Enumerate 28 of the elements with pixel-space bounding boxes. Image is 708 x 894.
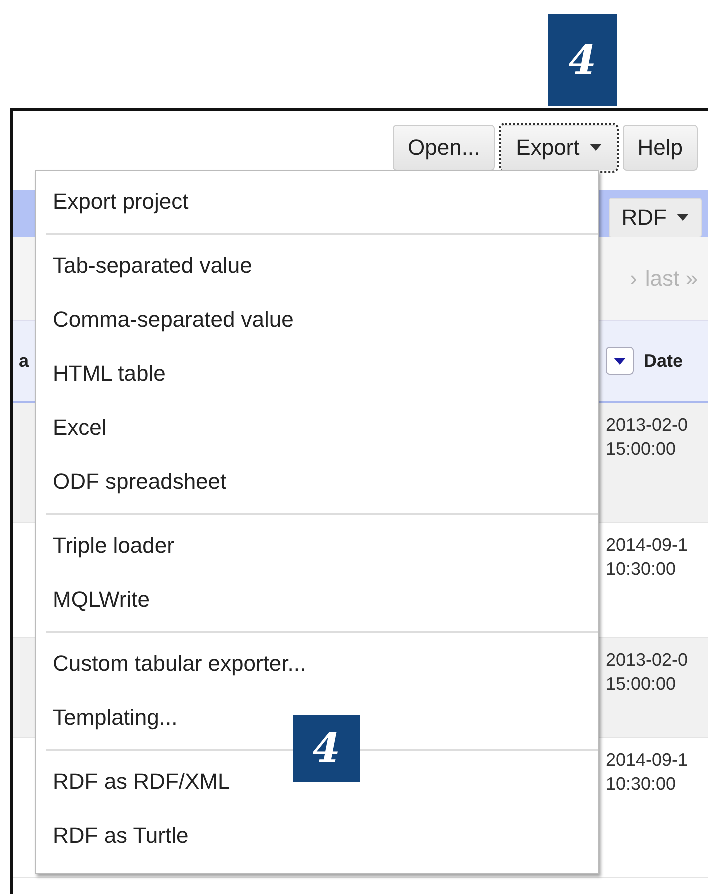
menu-item[interactable]: Custom tabular exporter... (36, 637, 598, 691)
menu-item[interactable]: HTML table (36, 347, 598, 401)
menu-item[interactable]: ODF spreadsheet (36, 455, 598, 509)
toolbar-button[interactable]: Open... (393, 124, 496, 170)
menu-item[interactable]: Tab-separated value (36, 239, 598, 293)
menu-item[interactable]: Triple loader (36, 519, 598, 573)
caret-icon (614, 358, 626, 364)
toolbar-button[interactable]: Export (501, 124, 617, 170)
date-text: 2013-02-0 (606, 414, 690, 437)
step-number-badge: 4 (293, 715, 360, 782)
date-text: 2014-09-1 (606, 749, 690, 772)
menu-item[interactable]: MQLWrite (36, 573, 598, 627)
format-button[interactable]: RDF (608, 198, 702, 238)
column-header-text: a (19, 350, 30, 372)
step-number-badge: 4 (548, 14, 617, 106)
menu-item[interactable]: Excel (36, 401, 598, 455)
date-text: 2013-02-0 (606, 649, 690, 672)
menu-item[interactable]: RDF as Turtle (36, 809, 598, 863)
time-text: 10:30:00 (606, 773, 678, 796)
sort-dropdown-icon[interactable] (606, 347, 634, 375)
column-header-text: Date (644, 350, 684, 372)
menu-item[interactable]: Comma-separated value (36, 293, 598, 347)
date-text: 2014-09-1 (606, 534, 690, 557)
menu-item[interactable]: Export project (36, 175, 598, 229)
time-text: 15:00:00 (606, 438, 678, 461)
time-text: 15:00:00 (606, 673, 678, 696)
toolbar-button[interactable]: Help (622, 124, 698, 170)
time-text: 10:30:00 (606, 558, 678, 581)
